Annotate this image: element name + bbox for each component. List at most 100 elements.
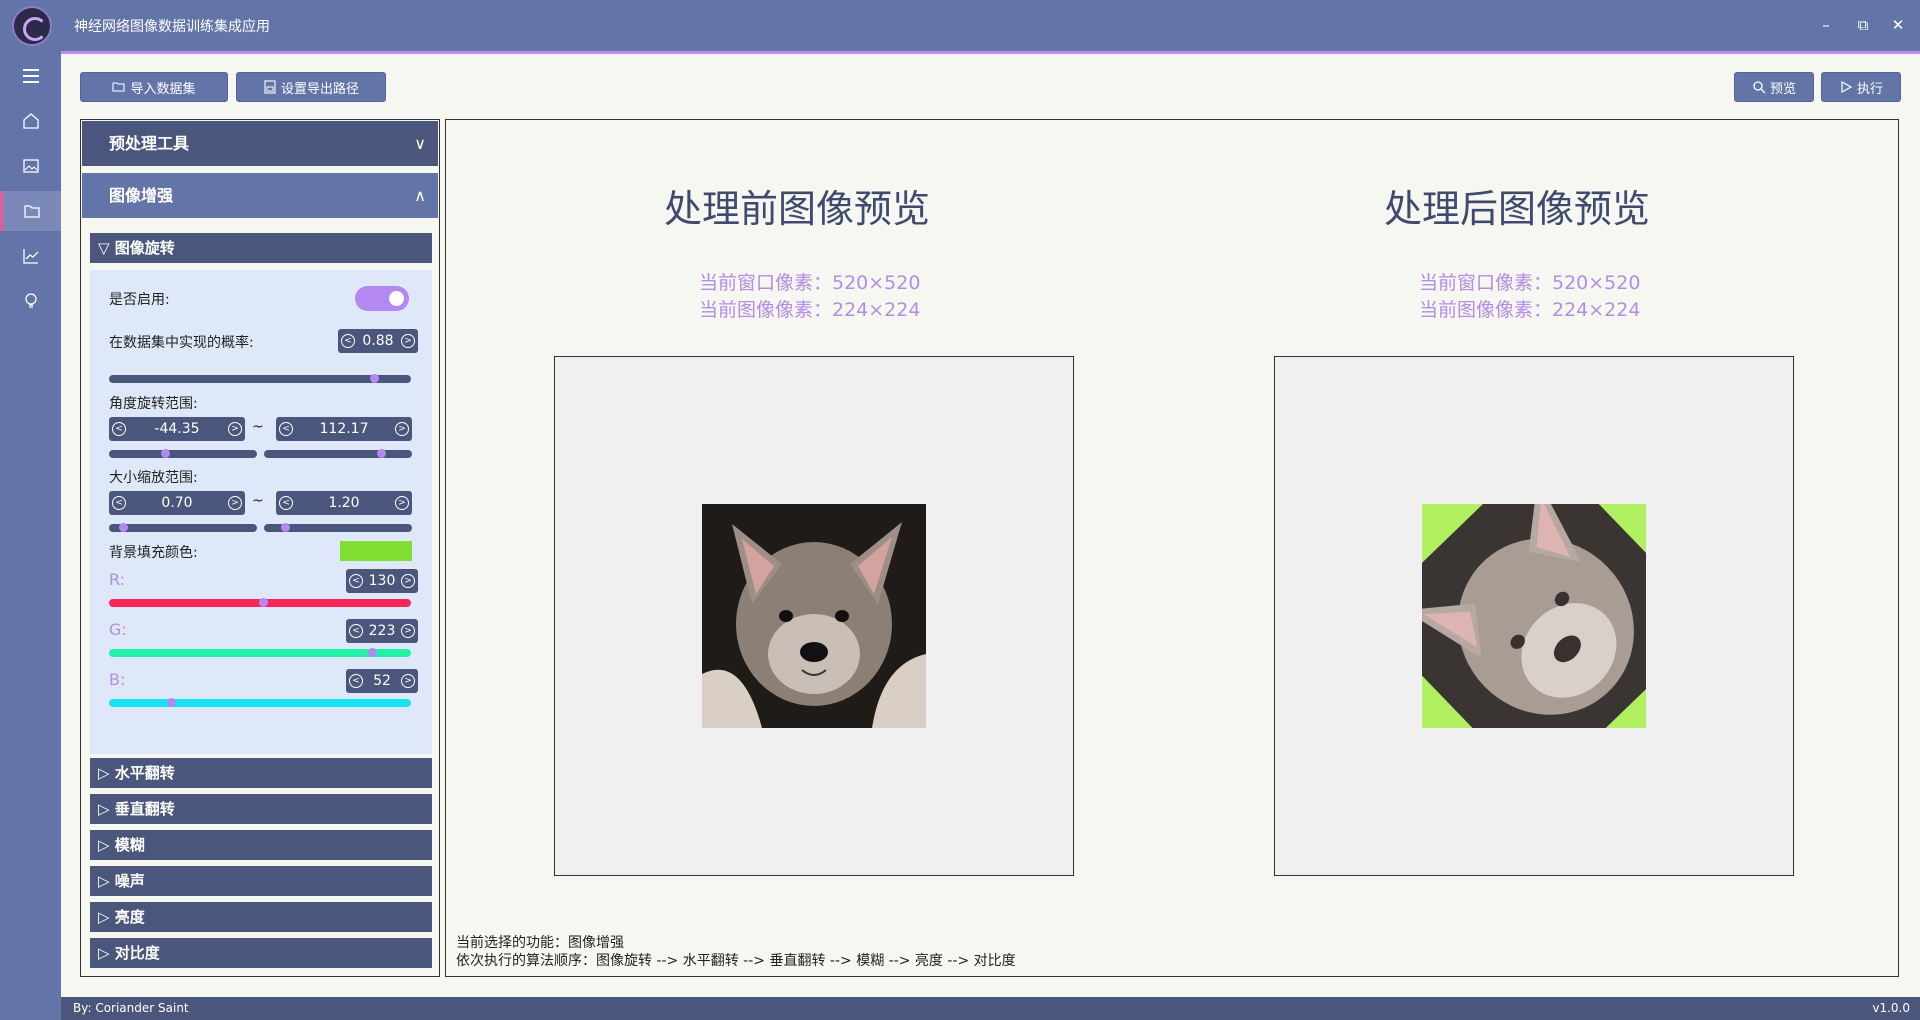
angle-range-label: 角度旋转范围:: [109, 396, 198, 412]
increment-icon[interactable]: >: [401, 574, 415, 588]
decrement-icon[interactable]: <: [349, 574, 363, 588]
increment-icon[interactable]: >: [401, 674, 415, 688]
g-slider[interactable]: [109, 648, 411, 657]
range-tilde: ~: [252, 493, 264, 509]
selected-function-status: 当前选择的功能：图像增强: [456, 935, 624, 951]
angle-min-value: -44.35: [154, 421, 200, 437]
rotate-subheader[interactable]: ▽ 图像旋转: [90, 233, 432, 263]
after-preview-title: 处理后图像预览: [1384, 187, 1651, 231]
scale-max-slider[interactable]: [264, 523, 412, 532]
brightness-label: 亮度: [114, 908, 145, 926]
b-label: B:: [109, 670, 126, 689]
bulb-icon[interactable]: [0, 281, 61, 321]
vflip-label: 垂直翻转: [114, 800, 175, 818]
triangle-right-icon: ▷: [98, 764, 110, 782]
probability-label: 在数据集中实现的概率:: [109, 335, 254, 351]
r-label: R:: [109, 570, 126, 589]
import-dataset-button[interactable]: 导入数据集: [80, 72, 228, 102]
triangle-right-icon: ▷: [98, 800, 110, 818]
run-label: 执行: [1856, 81, 1883, 97]
noise-subheader[interactable]: ▷ 噪声: [90, 866, 432, 896]
blur-subheader[interactable]: ▷ 模糊: [90, 830, 432, 860]
probability-value: 0.88: [362, 333, 394, 349]
triangle-down-icon: ▽: [98, 239, 110, 257]
set-export-path-label: 设置导出路径: [280, 81, 359, 97]
g-spinbox[interactable]: < 223 >: [346, 619, 418, 643]
b-spinbox[interactable]: < 52 >: [346, 669, 418, 693]
tool-panel: 预处理工具 ∨ 图像增强 ∧ ▽ 图像旋转 是否启用: 在数据集中实现的概率: …: [80, 119, 440, 977]
before-image-pixels: 当前图像像素：224×224: [699, 299, 921, 321]
decrement-icon[interactable]: <: [279, 422, 293, 436]
minimize-icon[interactable]: –: [1814, 14, 1838, 36]
r-value: 130: [368, 573, 396, 589]
home-icon[interactable]: [0, 101, 61, 141]
decrement-icon[interactable]: <: [341, 334, 355, 348]
folder-icon[interactable]: [0, 191, 61, 231]
scale-max-spinbox[interactable]: < 1.20 >: [276, 491, 412, 515]
increment-icon[interactable]: >: [401, 624, 415, 638]
b-slider[interactable]: [109, 698, 411, 707]
angle-max-value: 112.17: [319, 421, 369, 437]
title-accent-line: [61, 51, 1920, 54]
scale-min-spinbox[interactable]: < 0.70 >: [109, 491, 245, 515]
increment-icon[interactable]: >: [395, 496, 409, 510]
hflip-subheader[interactable]: ▷ 水平翻转: [90, 758, 432, 788]
preview-button[interactable]: 预览: [1734, 72, 1814, 102]
menu-icon[interactable]: [0, 56, 61, 96]
run-button[interactable]: 执行: [1821, 72, 1901, 102]
rotate-title: 图像旋转: [114, 239, 175, 257]
increment-icon[interactable]: >: [401, 334, 415, 348]
before-preview-canvas: [554, 356, 1074, 876]
increment-icon[interactable]: >: [228, 496, 242, 510]
enable-toggle[interactable]: [355, 286, 409, 311]
image-icon[interactable]: [0, 146, 61, 186]
angle-max-slider[interactable]: [264, 449, 412, 458]
close-icon[interactable]: ✕: [1886, 14, 1910, 36]
folder-open-icon: [112, 82, 126, 92]
chevron-down-icon: ∨: [414, 134, 426, 153]
fill-color-swatch[interactable]: [340, 541, 412, 561]
b-value: 52: [373, 673, 391, 689]
decrement-icon[interactable]: <: [112, 422, 126, 436]
probability-spinbox[interactable]: < 0.88 >: [338, 329, 418, 353]
r-slider[interactable]: [109, 598, 411, 607]
contrast-subheader[interactable]: ▷ 对比度: [90, 938, 432, 968]
g-label: G:: [109, 620, 127, 639]
probability-slider[interactable]: [109, 374, 411, 383]
image-augment-header[interactable]: 图像增强 ∧: [82, 173, 438, 218]
preprocess-tools-label: 预处理工具: [109, 134, 190, 153]
nav-rail: [0, 51, 61, 1020]
app-title: 神经网络图像数据训练集成应用: [74, 19, 270, 35]
search-icon: [1753, 81, 1766, 94]
decrement-icon[interactable]: <: [112, 496, 126, 510]
set-export-path-button[interactable]: 设置导出路径: [236, 72, 386, 102]
scale-min-value: 0.70: [161, 495, 193, 511]
scale-range-label: 大小缩放范围:: [109, 470, 198, 486]
blur-label: 模糊: [114, 836, 145, 854]
angle-min-slider[interactable]: [109, 449, 257, 458]
decrement-icon[interactable]: <: [349, 674, 363, 688]
brightness-subheader[interactable]: ▷ 亮度: [90, 902, 432, 932]
angle-max-spinbox[interactable]: < 112.17 >: [276, 417, 412, 441]
save-icon: [264, 80, 276, 94]
increment-icon[interactable]: >: [228, 422, 242, 436]
increment-icon[interactable]: >: [395, 422, 409, 436]
decrement-icon[interactable]: <: [349, 624, 363, 638]
preview-area: 处理前图像预览 处理后图像预览 当前窗口像素：520×520 当前图像像素：22…: [445, 119, 1899, 977]
r-spinbox[interactable]: < 130 >: [346, 569, 418, 593]
decrement-icon[interactable]: <: [279, 496, 293, 510]
version-label: v1.0.0: [1872, 1001, 1910, 1015]
after-image: [1422, 504, 1646, 728]
scale-max-value: 1.20: [328, 495, 360, 511]
restore-icon[interactable]: ⧉: [1851, 14, 1875, 36]
title-bar: 神经网络图像数据训练集成应用 – ⧉ ✕: [0, 0, 1920, 54]
scale-min-slider[interactable]: [109, 523, 257, 532]
angle-min-spinbox[interactable]: < -44.35 >: [109, 417, 245, 441]
hflip-label: 水平翻转: [114, 764, 175, 782]
image-augment-label: 图像增强: [109, 186, 174, 205]
triangle-right-icon: ▷: [98, 908, 110, 926]
chart-icon[interactable]: [0, 236, 61, 276]
preprocess-tools-header[interactable]: 预处理工具 ∨: [82, 121, 438, 166]
vflip-subheader[interactable]: ▷ 垂直翻转: [90, 794, 432, 824]
status-bar: By: Coriander Saint v1.0.0: [61, 997, 1920, 1020]
